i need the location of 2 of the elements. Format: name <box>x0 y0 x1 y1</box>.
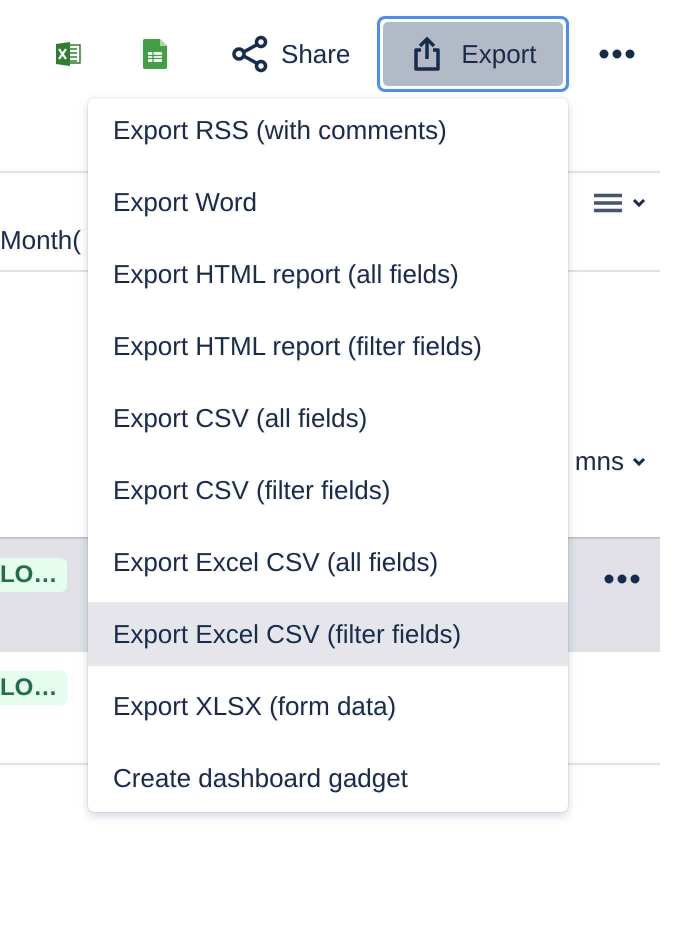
status-lozenge: LO… <box>0 558 68 592</box>
status-lozenge: LO… <box>0 671 68 705</box>
